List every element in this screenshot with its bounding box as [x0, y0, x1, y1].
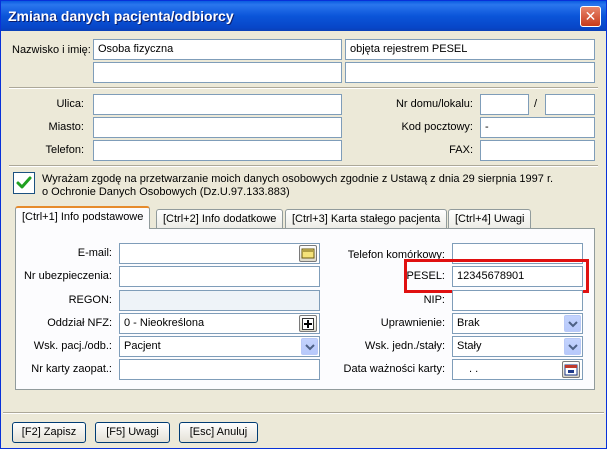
supply-card-label: Nr karty zaopat.: — [31, 363, 112, 375]
envelope-icon — [301, 248, 315, 259]
flat-number-input[interactable] — [545, 94, 595, 115]
email-input[interactable] — [119, 243, 320, 264]
unit-type-label: Wsk. jedn./stały: — [364, 340, 445, 352]
nip-label: NIP: — [423, 294, 445, 306]
consent-text-line-1: Wyrażam zgodę na przetwarzanie moich dan… — [42, 173, 554, 185]
email-label: E-mail: — [77, 247, 112, 259]
supply-card-input[interactable] — [119, 359, 320, 380]
chevron-down-icon — [305, 344, 315, 351]
name-label: Nazwisko i imię: — [12, 44, 91, 56]
nip-input[interactable] — [452, 290, 583, 311]
city-input[interactable] — [93, 117, 342, 138]
name-field-1[interactable]: Osoba fizyczna — [93, 39, 342, 60]
separator — [3, 412, 604, 414]
regon-input[interactable] — [119, 290, 320, 311]
unit-type-select[interactable]: Stały — [452, 336, 583, 357]
name-field-3[interactable] — [93, 62, 342, 83]
house-flat-slash: / — [534, 98, 538, 110]
tab-uwagi[interactable]: [Ctrl+4] Uwagi — [448, 209, 532, 229]
regon-label: REGON: — [68, 294, 112, 306]
window-title: Zmiana danych pacjenta/odbiorcy — [8, 8, 234, 24]
nfz-branch-label: Oddział NFZ: — [47, 317, 112, 329]
tab-info-podstawowe[interactable]: [Ctrl+1] Info podstawowe — [15, 206, 151, 229]
fax-input[interactable] — [480, 140, 595, 161]
patient-type-dropdown-button[interactable] — [301, 338, 318, 355]
consent-checkbox[interactable] — [13, 172, 35, 194]
city-label: Miasto: — [48, 121, 84, 133]
calendar-button[interactable] — [562, 361, 580, 378]
title-bar[interactable]: Zmiana danych pacjenta/odbiorcy ✕ — [1, 1, 606, 31]
close-button[interactable]: ✕ — [580, 6, 601, 27]
calendar-icon — [564, 364, 578, 376]
tab-info-dodatkowe[interactable]: [Ctrl+2] Info dodatkowe — [156, 209, 284, 229]
phone-input[interactable] — [93, 140, 342, 161]
entitlement-label: Uprawnienie: — [380, 317, 445, 329]
house-number-label: Nr domu/lokalu: — [395, 98, 473, 110]
card-validity-value: . . — [469, 363, 479, 375]
postal-code-input[interactable]: - — [480, 117, 595, 138]
patient-type-label: Wsk. pacj./odb.: — [33, 340, 112, 352]
patient-edit-dialog: Zmiana danych pacjenta/odbiorcy ✕ Nazwis… — [0, 0, 607, 449]
patient-type-value: Pacjent — [124, 340, 161, 352]
house-number-input[interactable] — [480, 94, 529, 115]
street-label: Ulica: — [56, 98, 84, 110]
pesel-highlight-box — [404, 259, 589, 293]
chevron-down-icon — [568, 344, 578, 351]
fax-label: FAX: — [449, 144, 473, 156]
card-validity-label: Data ważności karty: — [343, 363, 445, 375]
unit-type-dropdown-button[interactable] — [564, 338, 581, 355]
phone-label: Telefon: — [45, 144, 84, 156]
nfz-branch-select-button[interactable] — [299, 315, 317, 332]
close-icon: ✕ — [584, 8, 597, 24]
insurance-number-label: Nr ubezpieczenia: — [23, 270, 112, 282]
plus-icon — [302, 318, 314, 330]
consent-text-line-2: o Ochronie Danych Osobowych (Dz.U.97.133… — [42, 186, 290, 198]
postal-code-label: Kod pocztowy: — [401, 121, 473, 133]
separator — [9, 165, 598, 167]
email-send-button[interactable] — [299, 245, 317, 262]
unit-type-value: Stały — [457, 340, 482, 352]
nfz-branch-value: 0 - Nieokreślona — [124, 317, 205, 329]
notes-button[interactable]: [F5] Uwagi — [95, 422, 170, 443]
name-field-4[interactable] — [345, 62, 595, 83]
entitlement-select[interactable]: Brak — [452, 313, 583, 334]
insurance-number-input[interactable] — [119, 266, 320, 287]
entitlement-dropdown-button[interactable] — [564, 315, 581, 332]
cancel-button[interactable]: [Esc] Anuluj — [179, 422, 258, 443]
patient-type-select[interactable]: Pacjent — [119, 336, 320, 357]
entitlement-value: Brak — [457, 317, 480, 329]
checkmark-icon — [16, 176, 32, 189]
nfz-branch-field[interactable]: 0 - Nieokreślona — [119, 313, 320, 334]
separator — [9, 87, 598, 89]
chevron-down-icon — [568, 321, 578, 328]
card-validity-date-input[interactable]: . . — [452, 359, 583, 380]
name-field-2[interactable]: objęta rejestrem PESEL — [345, 39, 595, 60]
tab-karta-stalego-pacjenta[interactable]: [Ctrl+3] Karta stałego pacjenta — [285, 209, 448, 229]
save-button[interactable]: [F2] Zapisz — [12, 422, 86, 443]
street-input[interactable] — [93, 94, 342, 115]
